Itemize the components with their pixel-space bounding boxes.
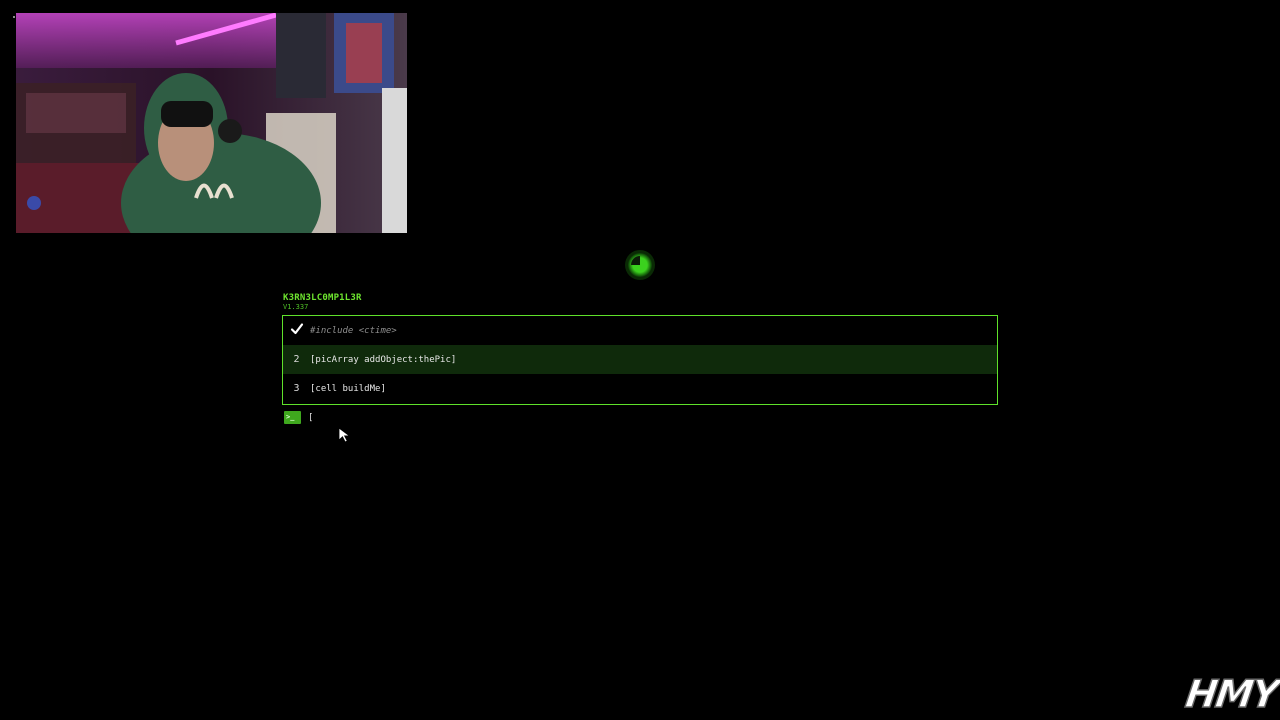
code-line-text: [picArray addObject:thePic]	[310, 354, 457, 365]
line-number: 2	[293, 354, 300, 365]
line-status-done	[283, 322, 310, 339]
app-version: V1.337	[283, 303, 309, 311]
line-number: 3	[293, 383, 300, 394]
code-editor[interactable]: #include <ctime> 2 [picArray addObject:t…	[282, 315, 998, 405]
webcam-overlay	[16, 13, 407, 233]
code-line-text: [cell buildMe]	[310, 383, 386, 394]
code-line-2[interactable]: 2 [picArray addObject:thePic]	[283, 345, 997, 374]
app-title: K3RN3LC0MP1L3R	[283, 293, 362, 303]
loading-pie-icon	[625, 250, 655, 280]
code-line-3[interactable]: 3 [cell buildMe]	[283, 374, 997, 403]
code-line-1[interactable]: #include <ctime>	[283, 316, 997, 345]
corner-dot	[13, 16, 15, 18]
code-line-text: #include <ctime>	[310, 325, 397, 336]
channel-watermark: HMY	[1182, 671, 1280, 717]
terminal-icon: >_	[284, 411, 301, 424]
check-icon	[290, 323, 303, 335]
mouse-cursor-icon	[338, 427, 351, 443]
webcam-image	[16, 13, 407, 233]
stream-screen: K3RN3LC0MP1L3R V1.337 #include <ctime> 2…	[0, 0, 1280, 720]
console-input[interactable]	[308, 411, 708, 425]
